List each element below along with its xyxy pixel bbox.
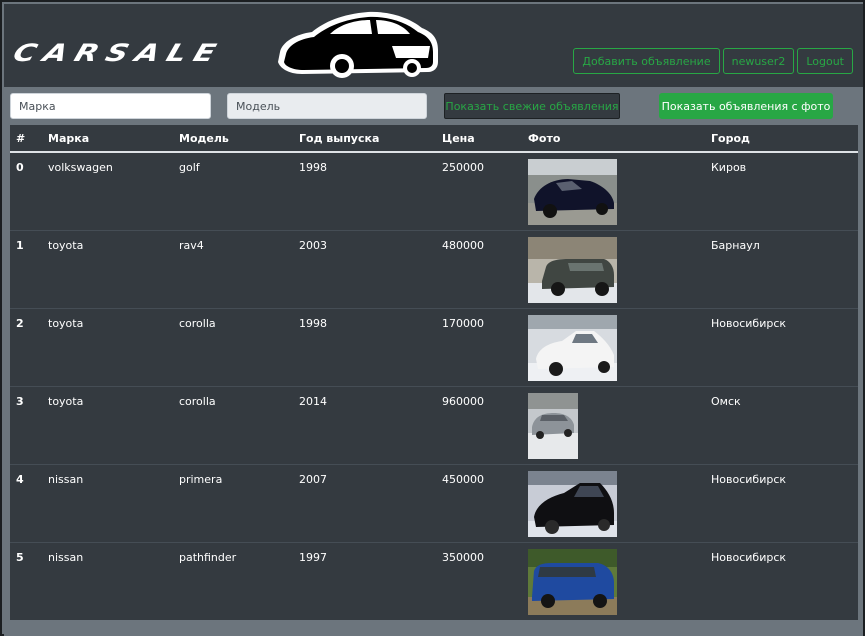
row-model: golf (173, 152, 293, 231)
row-year: 1998 (293, 308, 436, 387)
row-price: 480000 (436, 230, 522, 309)
row-price: 450000 (436, 464, 522, 543)
row-photo-cell (522, 230, 705, 309)
row-model: pathfinder (179, 550, 237, 564)
row-city: Барнаул (705, 230, 858, 309)
row-city: Новосибирск (711, 550, 787, 564)
table-row[interactable]: 1 toyota rav4 2003 480000 Барнаул (10, 230, 858, 309)
row-year: 1997 (299, 550, 327, 564)
row-year: 2014 (293, 386, 436, 465)
filter-row: Марка Модель Показать свежие объявления … (4, 87, 863, 124)
header: CARSALE Добавить объявление newuser2 Log… (4, 4, 863, 87)
row-index: 2 (10, 308, 42, 387)
row-index: 0 (10, 152, 42, 231)
row-price: 350000 (442, 550, 484, 564)
column-header-year: Год выпуска (293, 125, 436, 153)
row-photo-cell (522, 464, 705, 543)
show-with-photo-button[interactable]: Показать объявления с фото (659, 93, 833, 119)
row-brand: nissan (42, 464, 173, 543)
column-header-city: Город (705, 125, 858, 153)
row-year: 2007 (293, 464, 436, 543)
row-brand: toyota (42, 230, 173, 309)
row-index: 1 (10, 230, 42, 309)
column-header-brand: Марка (42, 125, 173, 153)
car-photo[interactable] (528, 548, 617, 615)
table-row[interactable]: 5 nissan pathfinder 1997 350000 Новосиби… (10, 542, 858, 620)
row-model: primera (173, 464, 293, 543)
column-header-photo: Фото (522, 125, 705, 153)
row-city: Новосибирск (705, 464, 858, 543)
column-header-model: Модель (173, 125, 293, 153)
user-button[interactable]: newuser2 (722, 48, 795, 74)
brand-input[interactable]: Марка (10, 93, 211, 119)
table-header-row: # Марка Модель Год выпуска Цена Фото Гор… (10, 125, 858, 153)
row-model: corolla (173, 386, 293, 465)
table-row[interactable]: 0 volkswagen golf 1998 250000 Киров (10, 152, 858, 231)
car-photo[interactable] (528, 159, 617, 225)
car-photo[interactable] (528, 314, 617, 381)
row-year: 2003 (293, 230, 436, 309)
table-row[interactable]: 3 toyota corolla 2014 960000 Омск (10, 386, 858, 465)
show-fresh-button[interactable]: Показать свежие объявления (444, 93, 620, 119)
car-photo[interactable] (528, 392, 578, 459)
row-index: 4 (10, 464, 42, 543)
row-price: 170000 (436, 308, 522, 387)
logo-text: CARSALE (9, 39, 228, 68)
row-photo-cell (522, 152, 705, 231)
row-brand: volkswagen (42, 152, 173, 231)
footer-bar (4, 620, 863, 636)
listings-table: # Марка Модель Год выпуска Цена Фото Гор… (10, 125, 858, 620)
car-logo-icon (278, 11, 438, 78)
row-photo-cell (522, 308, 705, 387)
column-header-price: Цена (436, 125, 522, 153)
row-brand: toyota (42, 386, 173, 465)
row-city: Омск (705, 386, 858, 465)
row-model: corolla (173, 308, 293, 387)
row-year: 1998 (293, 152, 436, 231)
row-price: 250000 (436, 152, 522, 231)
column-header-index: # (10, 125, 42, 153)
table-row[interactable]: 4 nissan primera 2007 450000 Новосибирск (10, 464, 858, 543)
row-price: 960000 (436, 386, 522, 465)
app-frame: CARSALE Добавить объявление newuser2 Log… (0, 0, 865, 636)
car-photo[interactable] (528, 470, 617, 537)
add-listing-button[interactable]: Добавить объявление (573, 48, 720, 74)
row-brand: toyota (42, 308, 173, 387)
nav-buttons: Добавить объявление newuser2 Logout (573, 48, 853, 74)
row-city: Киров (705, 152, 858, 231)
car-photo[interactable] (528, 236, 617, 303)
model-input[interactable]: Модель (227, 93, 427, 119)
row-city: Новосибирск (705, 308, 858, 387)
row-index: 3 (10, 386, 42, 465)
row-photo-cell (522, 542, 705, 620)
row-index: 5 (16, 550, 24, 564)
logout-button[interactable]: Logout (797, 48, 853, 74)
carsale-logo[interactable]: CARSALE (9, 8, 439, 86)
row-photo-cell (522, 386, 705, 465)
table-row[interactable]: 2 toyota corolla 1998 170000 Новосибирск (10, 308, 858, 387)
row-brand: nissan (48, 550, 84, 564)
row-model: rav4 (173, 230, 293, 309)
